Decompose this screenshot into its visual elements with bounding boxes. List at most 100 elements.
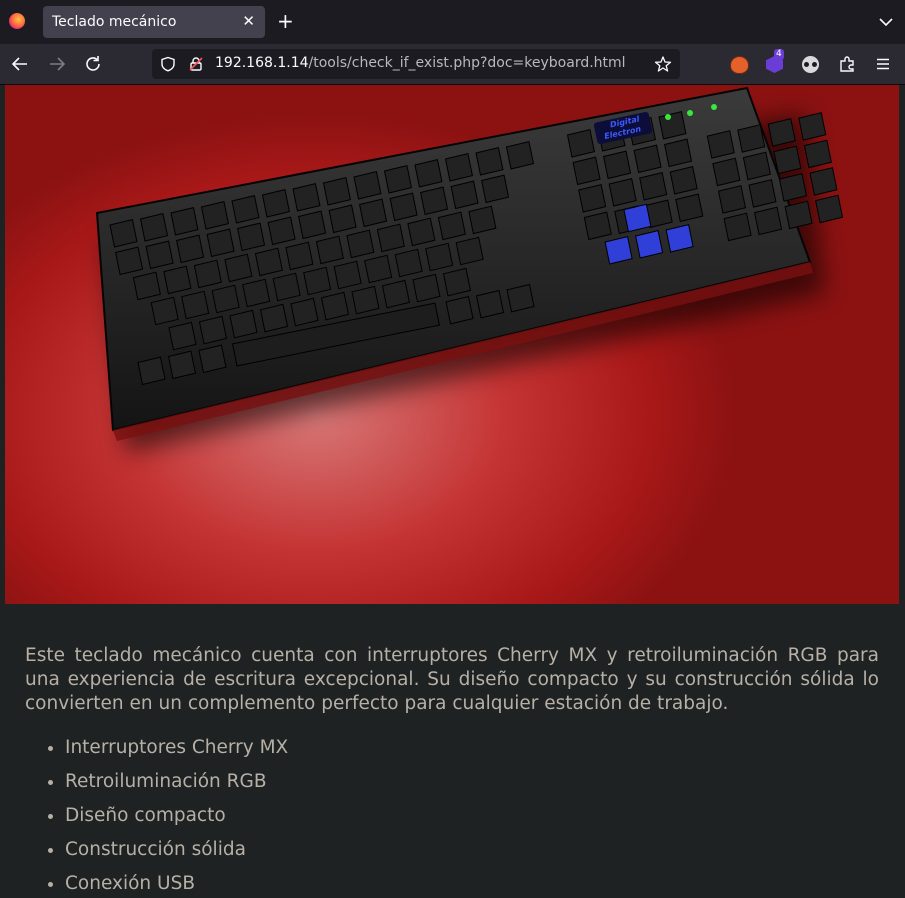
keycap bbox=[815, 194, 844, 224]
new-tab-icon[interactable]: + bbox=[277, 9, 294, 33]
keycap bbox=[272, 272, 301, 302]
led-indicator bbox=[711, 104, 717, 110]
keycap bbox=[767, 118, 796, 147]
keycap bbox=[389, 192, 418, 222]
keycap bbox=[346, 229, 375, 259]
keycap bbox=[669, 165, 698, 195]
page-content: Digital Electron Este teclado mecánico c… bbox=[0, 85, 905, 898]
keycap bbox=[658, 110, 687, 140]
reload-icon[interactable] bbox=[82, 53, 104, 75]
keyboard-illustration: Digital Electron bbox=[95, 86, 844, 453]
insecure-lock-icon[interactable] bbox=[188, 56, 204, 72]
keycap bbox=[742, 151, 771, 181]
keycap bbox=[261, 188, 291, 218]
keycap bbox=[181, 290, 210, 320]
keycap bbox=[193, 259, 222, 289]
keycap bbox=[198, 315, 228, 345]
arrow-key bbox=[604, 235, 633, 265]
keycap bbox=[773, 145, 802, 175]
keycap bbox=[578, 183, 607, 213]
keycap bbox=[231, 194, 260, 224]
shield-icon[interactable] bbox=[160, 56, 176, 72]
keycap bbox=[322, 176, 352, 206]
keycap bbox=[445, 295, 474, 325]
keycap bbox=[150, 296, 179, 326]
keycap bbox=[163, 265, 192, 295]
feature-item: Construcción sólida bbox=[65, 838, 288, 872]
keycap bbox=[748, 179, 777, 208]
keycap bbox=[254, 247, 283, 277]
keycap bbox=[572, 156, 601, 186]
keycap bbox=[303, 266, 332, 296]
fox-extension-icon[interactable] bbox=[730, 56, 749, 74]
menu-hamburger-icon[interactable] bbox=[874, 55, 892, 73]
navigation-toolbar: 192.168.1.14/tools/check_if_exist.php?do… bbox=[0, 44, 905, 85]
keycap bbox=[664, 138, 693, 168]
keycap bbox=[798, 112, 827, 141]
address-bar[interactable]: 192.168.1.14/tools/check_if_exist.php?do… bbox=[152, 49, 680, 79]
keycap bbox=[407, 217, 436, 247]
keycap bbox=[706, 130, 735, 159]
keycap bbox=[145, 240, 174, 270]
keycap bbox=[442, 267, 472, 297]
keycap bbox=[414, 158, 443, 188]
forward-arrow-icon[interactable] bbox=[46, 53, 68, 75]
spy-extension-icon[interactable] bbox=[802, 56, 819, 73]
keycap bbox=[267, 216, 296, 246]
keycap bbox=[633, 144, 662, 174]
keycap bbox=[737, 124, 766, 153]
keycap bbox=[285, 241, 314, 271]
keycap bbox=[353, 170, 382, 200]
keycap bbox=[137, 356, 166, 386]
keycap bbox=[809, 167, 838, 196]
keycap bbox=[468, 205, 497, 235]
feature-item: Retroiluminación RGB bbox=[65, 770, 288, 804]
list-all-tabs-icon[interactable] bbox=[877, 13, 895, 31]
keycap bbox=[712, 157, 741, 187]
url-host: 192.168.1.14 bbox=[215, 55, 309, 71]
keycap bbox=[242, 278, 271, 308]
keycap bbox=[717, 185, 747, 214]
keycap bbox=[394, 248, 423, 278]
keycap bbox=[754, 206, 783, 236]
back-arrow-icon[interactable] bbox=[9, 53, 31, 75]
keycap bbox=[608, 177, 637, 207]
keycap bbox=[383, 164, 413, 194]
close-tab-icon[interactable]: ✕ bbox=[242, 12, 255, 30]
keycap bbox=[211, 284, 240, 314]
keycap bbox=[723, 212, 752, 242]
keycap bbox=[170, 206, 199, 236]
keycap bbox=[583, 211, 612, 241]
keycap bbox=[639, 171, 668, 201]
keycap bbox=[364, 254, 393, 284]
keycap bbox=[139, 212, 169, 242]
keycap bbox=[803, 139, 832, 169]
keycap bbox=[292, 182, 321, 212]
keycap bbox=[315, 235, 344, 265]
keycap bbox=[603, 150, 632, 180]
keycap bbox=[115, 246, 144, 276]
keycap bbox=[351, 285, 380, 315]
keycap bbox=[167, 350, 197, 380]
keycap bbox=[328, 204, 357, 234]
keycap bbox=[320, 291, 350, 321]
keycap bbox=[450, 180, 479, 210]
url-text: 192.168.1.14/tools/check_if_exist.php?do… bbox=[215, 55, 626, 71]
feature-list: Interruptores Cherry MX Retroiluminación… bbox=[25, 736, 288, 898]
keycap bbox=[198, 344, 227, 374]
extensions-puzzle-icon[interactable] bbox=[838, 55, 856, 73]
url-path: /tools/check_if_exist.php?doc=keyboard.h… bbox=[308, 55, 626, 71]
keycap bbox=[412, 273, 441, 303]
keycap bbox=[481, 174, 510, 204]
tab-active[interactable]: Teclado mecánico ✕ bbox=[43, 6, 265, 38]
keycap bbox=[109, 218, 138, 248]
tab-bar: Teclado mecánico ✕ + bbox=[0, 0, 905, 44]
keycap bbox=[298, 210, 327, 240]
keycap bbox=[359, 198, 388, 228]
keycap bbox=[455, 236, 484, 266]
bookmark-star-icon[interactable] bbox=[654, 55, 672, 73]
keycap bbox=[168, 321, 197, 351]
keycap bbox=[290, 297, 319, 327]
keycap bbox=[200, 200, 230, 230]
keycap bbox=[206, 228, 235, 258]
